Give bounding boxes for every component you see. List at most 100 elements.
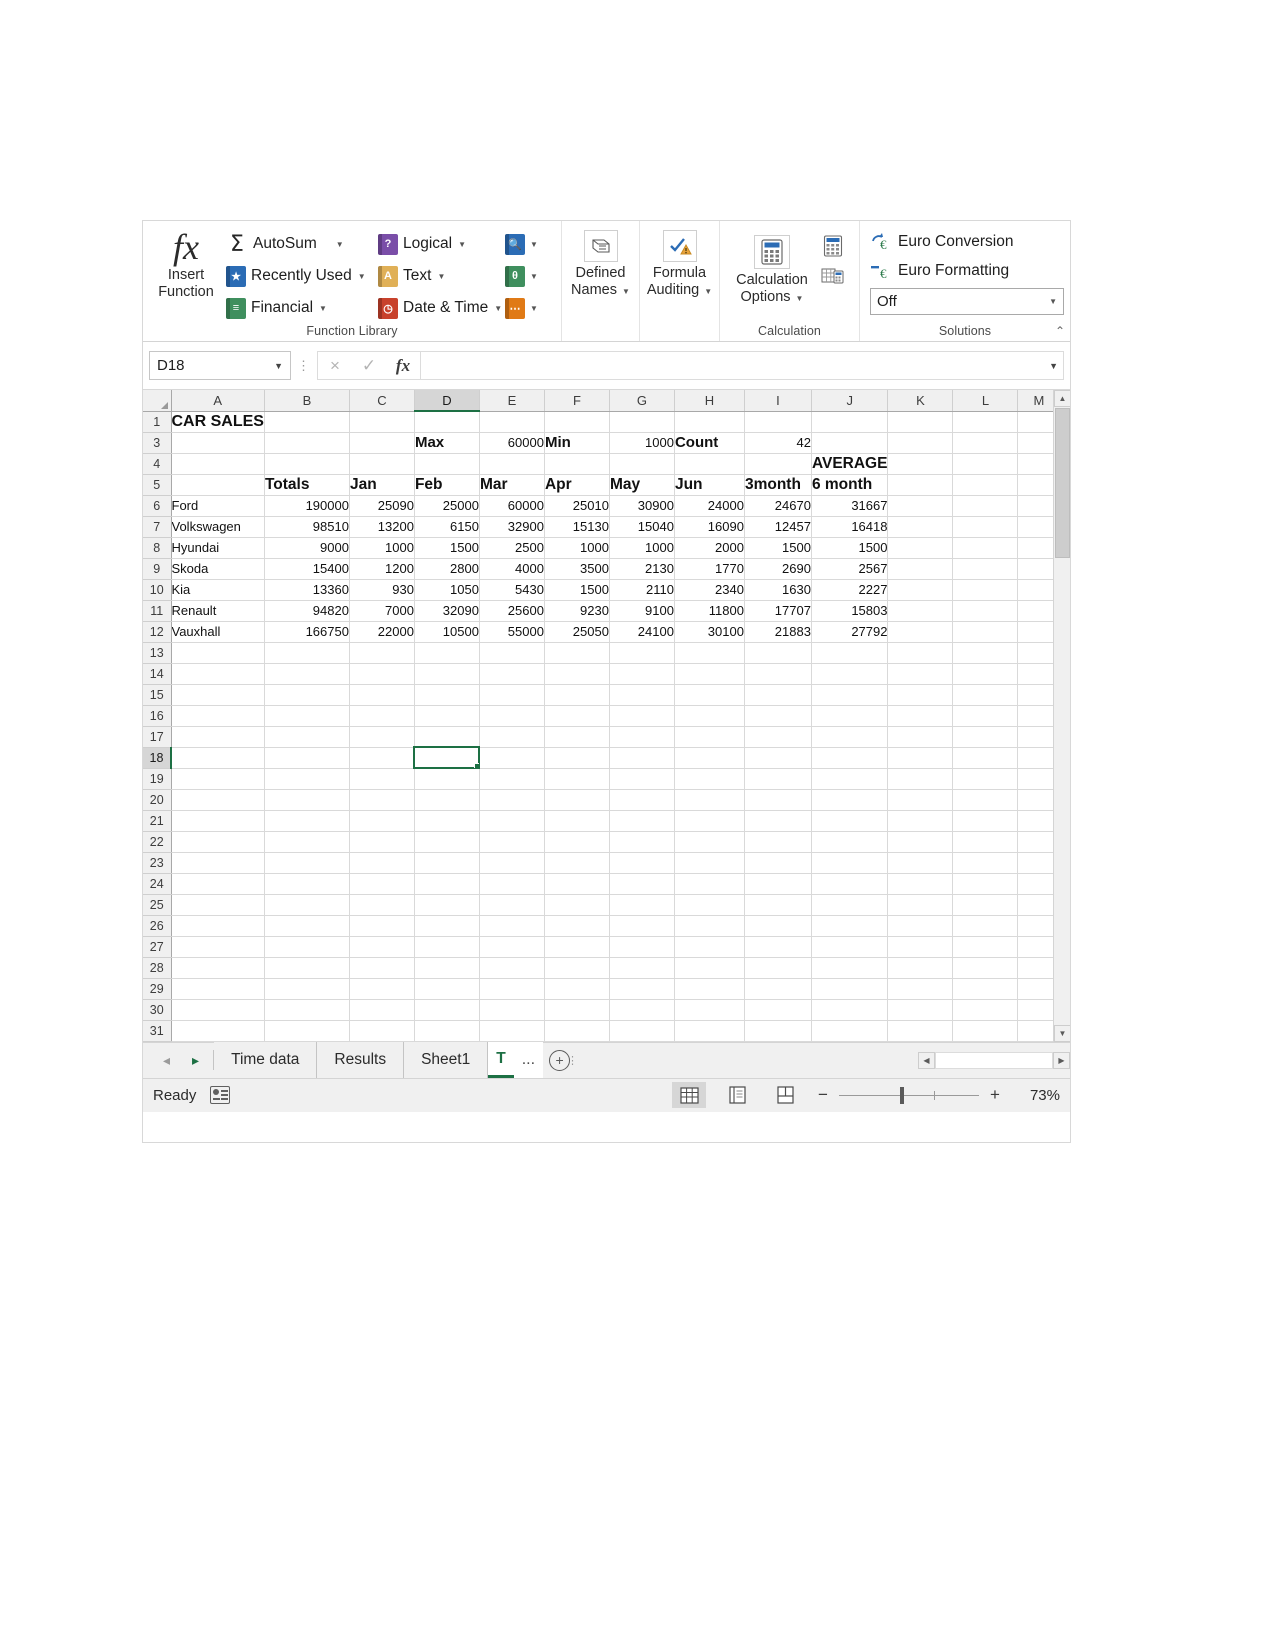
cell-j30[interactable] — [811, 999, 889, 1021]
cell-f18[interactable] — [544, 747, 610, 769]
cell-b14[interactable] — [264, 663, 350, 685]
cell-c3[interactable] — [349, 432, 415, 454]
cell-h13[interactable] — [674, 642, 745, 664]
cell-l13[interactable] — [952, 642, 1019, 664]
cell-f23[interactable] — [544, 852, 610, 874]
cell-e20[interactable] — [479, 789, 545, 811]
cell-b11[interactable]: 94820 — [264, 600, 350, 622]
cell-k11[interactable] — [887, 600, 954, 622]
cell-k6[interactable] — [887, 495, 954, 517]
cell-k21[interactable] — [887, 810, 954, 832]
cell-g13[interactable] — [609, 642, 675, 664]
cell-i18[interactable] — [744, 747, 812, 769]
cell-a1[interactable]: CAR SALES — [171, 411, 265, 433]
cell-c14[interactable] — [349, 663, 415, 685]
math-trig-button[interactable]: θ ▼ — [503, 261, 555, 291]
cell-g12[interactable]: 24100 — [609, 621, 675, 643]
cell-g3[interactable]: 1000 — [609, 432, 675, 454]
cell-h16[interactable] — [674, 705, 745, 727]
page-break-view-button[interactable] — [768, 1082, 802, 1108]
cell-g16[interactable] — [609, 705, 675, 727]
horizontal-scrollbar-track[interactable] — [935, 1052, 1053, 1069]
chevron-down-icon[interactable]: ▼ — [336, 240, 344, 249]
cell-l1[interactable] — [952, 411, 1019, 433]
cell-f12[interactable]: 25050 — [544, 621, 610, 643]
cell-i24[interactable] — [744, 873, 812, 895]
cell-d12[interactable]: 10500 — [414, 621, 480, 643]
zoom-in-button[interactable]: + — [988, 1085, 1002, 1105]
cell-h1[interactable] — [674, 411, 745, 433]
cell-g15[interactable] — [609, 684, 675, 706]
cell-k9[interactable] — [887, 558, 954, 580]
cell-d4[interactable] — [414, 453, 480, 475]
cell-d11[interactable]: 32090 — [414, 600, 480, 622]
cell-h30[interactable] — [674, 999, 745, 1021]
cell-j31[interactable] — [811, 1020, 889, 1042]
cell-l6[interactable] — [952, 495, 1019, 517]
cell-c29[interactable] — [349, 978, 415, 1000]
cell-l25[interactable] — [952, 894, 1019, 916]
cell-k10[interactable] — [887, 579, 954, 601]
row-header-17[interactable]: 17 — [143, 726, 172, 748]
spreadsheet-grid[interactable]: ABCDEFGHIJKLM 1 CAR SALES 3 Max 60000 Min 1000… — [143, 390, 1070, 1042]
cell-g20[interactable] — [609, 789, 675, 811]
cell-d6[interactable]: 25000 — [414, 495, 480, 517]
column-header-c[interactable]: C — [349, 390, 415, 412]
row-header-11[interactable]: 11 — [143, 600, 172, 622]
cell-j9[interactable]: 2567 — [811, 558, 889, 580]
cell-f28[interactable] — [544, 957, 610, 979]
cell-i25[interactable] — [744, 894, 812, 916]
cell-d29[interactable] — [414, 978, 480, 1000]
cell-c4[interactable] — [349, 453, 415, 475]
cell-l5[interactable] — [952, 474, 1019, 496]
cell-l14[interactable] — [952, 663, 1019, 685]
cell-g25[interactable] — [609, 894, 675, 916]
cell-a15[interactable] — [171, 684, 265, 706]
cell-e15[interactable] — [479, 684, 545, 706]
cell-h21[interactable] — [674, 810, 745, 832]
cell-j24[interactable] — [811, 873, 889, 895]
cell-i28[interactable] — [744, 957, 812, 979]
cell-f6[interactable]: 25010 — [544, 495, 610, 517]
euro-formatting-button[interactable]: € Euro Formatting — [870, 256, 1009, 285]
cell-i19[interactable] — [744, 768, 812, 790]
sheet-tab-t[interactable]: T — [488, 1042, 514, 1078]
row-header-16[interactable]: 16 — [143, 705, 172, 727]
insert-function-button[interactable]: fx Insert Function — [149, 225, 223, 301]
zoom-slider[interactable] — [839, 1086, 979, 1104]
cell-a14[interactable] — [171, 663, 265, 685]
zoom-slider-thumb[interactable] — [900, 1086, 904, 1104]
cell-b22[interactable] — [264, 831, 350, 853]
cell-l12[interactable] — [952, 621, 1019, 643]
cell-h11[interactable]: 11800 — [674, 600, 745, 622]
cell-b7[interactable]: 98510 — [264, 516, 350, 538]
cell-g11[interactable]: 9100 — [609, 600, 675, 622]
cell-h26[interactable] — [674, 915, 745, 937]
cell-d21[interactable] — [414, 810, 480, 832]
cell-b15[interactable] — [264, 684, 350, 706]
cell-a16[interactable] — [171, 705, 265, 727]
cell-d26[interactable] — [414, 915, 480, 937]
cell-f20[interactable] — [544, 789, 610, 811]
cell-i14[interactable] — [744, 663, 812, 685]
cell-f27[interactable] — [544, 936, 610, 958]
cell-a13[interactable] — [171, 642, 265, 664]
cell-j25[interactable] — [811, 894, 889, 916]
cell-c30[interactable] — [349, 999, 415, 1021]
cell-a23[interactable] — [171, 852, 265, 874]
cell-g31[interactable] — [609, 1020, 675, 1042]
cell-h9[interactable]: 1770 — [674, 558, 745, 580]
row-header-23[interactable]: 23 — [143, 852, 172, 874]
cell-b20[interactable] — [264, 789, 350, 811]
cell-g14[interactable] — [609, 663, 675, 685]
cell-g6[interactable]: 30900 — [609, 495, 675, 517]
cell-c13[interactable] — [349, 642, 415, 664]
column-header-a[interactable]: A — [171, 390, 265, 412]
row-header-7[interactable]: 7 — [143, 516, 172, 538]
cell-a26[interactable] — [171, 915, 265, 937]
column-header-j[interactable]: J — [811, 390, 889, 412]
scroll-right-button[interactable]: ▶ — [1053, 1052, 1070, 1069]
cell-l11[interactable] — [952, 600, 1019, 622]
row-header-4[interactable]: 4 — [143, 453, 172, 475]
cell-c21[interactable] — [349, 810, 415, 832]
